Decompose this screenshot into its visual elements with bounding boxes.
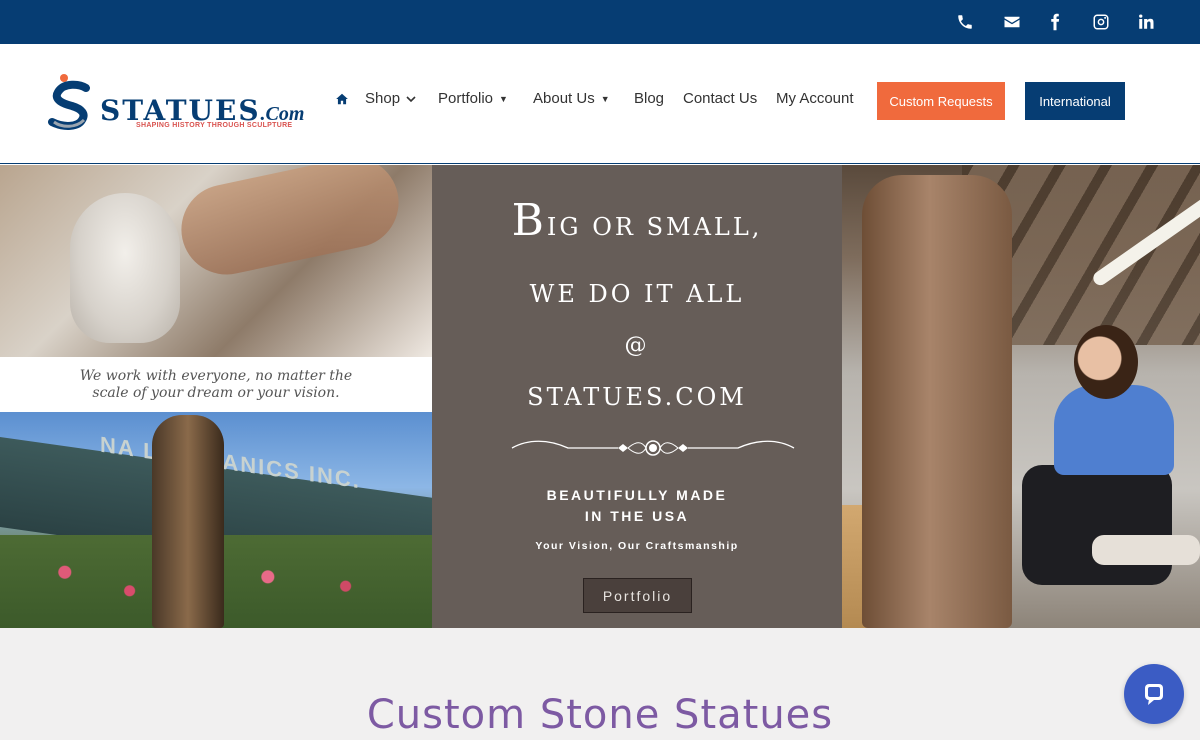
linkedin-icon[interactable]	[1136, 12, 1156, 32]
hero-headline-site: STATUES.COM	[527, 383, 747, 411]
hero-center-panel: BIG OR SMALL, WE DO IT ALL @ STATUES.COM…	[432, 165, 842, 628]
nav-shop[interactable]: Shop	[365, 90, 416, 107]
chat-button[interactable]	[1124, 664, 1184, 724]
site-logo[interactable]: STATUES.Com SHAPING HISTORY THROUGH SCUL…	[44, 72, 320, 136]
sculptor-woman	[1074, 325, 1138, 399]
hero-left-caption: We work with everyone, no matter the sca…	[0, 357, 432, 412]
portfolio-button[interactable]: Portfolio	[583, 578, 692, 613]
nav-account[interactable]: My Account	[776, 90, 854, 107]
sculptor-carving-photo	[0, 165, 432, 357]
facebook-icon[interactable]	[1045, 12, 1065, 32]
nav-about[interactable]: About Us ▼	[533, 90, 610, 107]
instagram-icon[interactable]	[1091, 12, 1111, 32]
sculptor-studio-photo	[842, 165, 1200, 628]
nav-blog[interactable]: Blog	[634, 90, 664, 107]
hero-left-panel: We work with everyone, no matter the sca…	[0, 165, 432, 628]
hero-headline-at: @	[624, 333, 650, 358]
ornament-divider	[511, 440, 795, 456]
phone-icon[interactable]	[955, 12, 975, 32]
hero-banner: We work with everyone, no matter the sca…	[0, 165, 1200, 628]
bronze-statue-figure	[152, 415, 224, 628]
site-header: STATUES.Com SHAPING HISTORY THROUGH SCUL…	[0, 44, 1200, 164]
clay-statue-figure	[862, 175, 1012, 628]
logo-tagline: SHAPING HISTORY THROUGH SCULPTURE	[136, 122, 293, 129]
nav-contact[interactable]: Contact Us	[683, 90, 757, 107]
hero-headline-line2: WE DO IT ALL	[529, 280, 745, 308]
caret-down-icon: ▼	[499, 93, 508, 104]
home-icon[interactable]	[335, 92, 349, 106]
hero-headline-line1: BIG OR SMALL,	[511, 195, 763, 246]
caret-down-icon: ▼	[600, 93, 610, 104]
chevron-down-icon	[406, 95, 416, 102]
hero-tagline: Your Vision, Our Craftsmanship	[535, 540, 739, 552]
hero-made-in-usa: BEAUTIFULLY MADE IN THE USA	[546, 487, 728, 524]
top-bar	[0, 0, 1200, 44]
international-button[interactable]: International	[1025, 82, 1125, 120]
custom-requests-button[interactable]: Custom Requests	[877, 82, 1005, 120]
section-title: Custom Stone Statues	[366, 692, 834, 738]
nav-portfolio[interactable]: Portfolio ▼	[438, 90, 508, 107]
chat-icon	[1145, 684, 1163, 705]
envelope-icon[interactable]	[1002, 12, 1022, 32]
logo-s-mark	[48, 74, 90, 130]
